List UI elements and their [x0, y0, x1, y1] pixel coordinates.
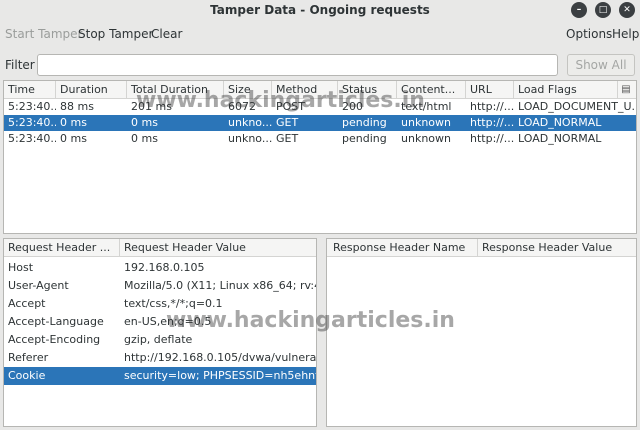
header-name: Referer	[8, 351, 49, 364]
stop-tamper-button[interactable]: Stop Tamper	[78, 27, 153, 41]
header-value: en-US,en;q=0.5	[124, 315, 212, 328]
header-row[interactable]: Referer http://192.168.0.105/dvwa/vulner…	[4, 349, 316, 367]
help-menu[interactable]: Help	[612, 27, 639, 41]
menu-bar: Start Tamper Stop Tamper Clear Options H…	[0, 24, 640, 46]
cell-time: 5:23:40...	[8, 116, 56, 129]
filter-label: Filter	[5, 58, 35, 72]
cell-total-duration: 201 ms	[131, 100, 172, 113]
cell-duration: 0 ms	[60, 132, 87, 145]
header-row[interactable]: Host 192.168.0.105	[4, 259, 316, 277]
cell-size: 6072	[228, 100, 256, 113]
cell-size: unkno...	[228, 116, 272, 129]
column-header-response-header-value[interactable]: Response Header Value	[478, 239, 636, 257]
filter-input[interactable]	[37, 54, 558, 76]
column-header-response-header-name[interactable]: Response Header Name	[327, 239, 478, 257]
cell-load-flags: LOAD_NORMAL	[518, 116, 602, 129]
cell-status: 200	[342, 100, 363, 113]
header-value: http://192.168.0.105/dvwa/vulnerabi...	[124, 351, 316, 364]
options-menu[interactable]: Options	[566, 27, 612, 41]
response-headers-table: Response Header Name Response Header Val…	[326, 238, 637, 427]
header-name: Accept	[8, 297, 46, 310]
column-header-duration[interactable]: Duration	[56, 81, 127, 99]
requests-table: Time Duration Total Duration Size Method…	[3, 80, 637, 234]
cell-size: unkno...	[228, 132, 272, 145]
column-header-request-header-value[interactable]: Request Header Value	[120, 239, 316, 257]
cell-url: http://...	[470, 116, 514, 129]
cell-load-flags: LOAD_NORMAL	[518, 132, 602, 145]
show-all-button[interactable]: Show All	[567, 54, 635, 76]
cell-content-type: unknown	[401, 132, 451, 145]
cell-duration: 88 ms	[60, 100, 94, 113]
header-name: Accept-Encoding	[8, 333, 101, 346]
column-header-request-header-name[interactable]: Request Header ...	[4, 239, 120, 257]
table-row-selected[interactable]: 5:23:40... 0 ms 0 ms unkno... GET pendin…	[4, 115, 636, 131]
maximize-icon[interactable]: □	[595, 2, 611, 18]
cell-status: pending	[342, 116, 387, 129]
requests-table-header: Time Duration Total Duration Size Method…	[4, 81, 636, 99]
header-name: User-Agent	[8, 279, 69, 292]
column-header-total-duration[interactable]: Total Duration	[127, 81, 224, 99]
cell-method: GET	[276, 132, 299, 145]
start-tamper-button[interactable]: Start Tamper	[5, 27, 82, 41]
cell-total-duration: 0 ms	[131, 116, 158, 129]
response-headers-header: Response Header Name Response Header Val…	[327, 239, 636, 257]
header-row[interactable]: User-Agent Mozilla/5.0 (X11; Linux x86_6…	[4, 277, 316, 295]
cell-time: 5:23:40...	[8, 100, 56, 113]
column-header-status[interactable]: Status	[338, 81, 397, 99]
header-value: Mozilla/5.0 (X11; Linux x86_64; rv:4...	[124, 279, 316, 292]
cell-content-type: unknown	[401, 116, 451, 129]
title-bar: Tamper Data - Ongoing requests – □ ✕	[0, 0, 640, 22]
cell-status: pending	[342, 132, 387, 145]
header-name: Accept-Language	[8, 315, 104, 328]
header-value: 192.168.0.105	[124, 261, 205, 274]
table-row[interactable]: 5:23:40... 0 ms 0 ms unkno... GET pendin…	[4, 131, 636, 147]
cell-content-type: text/html	[401, 100, 452, 113]
column-picker-icon[interactable]: ▤	[616, 81, 636, 99]
close-icon[interactable]: ✕	[619, 2, 635, 18]
cell-method: POST	[276, 100, 305, 113]
header-row[interactable]: Accept-Encoding gzip, deflate	[4, 331, 316, 349]
header-name: Host	[8, 261, 34, 274]
header-value: security=low; PHPSESSID=nh5ehnt...	[124, 369, 316, 382]
column-header-method[interactable]: Method	[272, 81, 338, 99]
cell-url: http://...	[470, 132, 514, 145]
cell-total-duration: 0 ms	[131, 132, 158, 145]
cell-duration: 0 ms	[60, 116, 87, 129]
cell-time: 5:23:40...	[8, 132, 56, 145]
window-title: Tamper Data - Ongoing requests	[210, 3, 430, 17]
column-header-url[interactable]: URL	[466, 81, 514, 99]
header-row[interactable]: Accept-Language en-US,en;q=0.5	[4, 313, 316, 331]
header-row[interactable]: Accept text/css,*/*;q=0.1	[4, 295, 316, 313]
header-value: gzip, deflate	[124, 333, 193, 346]
request-headers-table: Request Header ... Request Header Value …	[3, 238, 317, 427]
header-value: text/css,*/*;q=0.1	[124, 297, 223, 310]
header-name: Cookie	[8, 369, 46, 382]
column-header-time[interactable]: Time	[4, 81, 56, 99]
table-row[interactable]: 5:23:40... 88 ms 201 ms 6072 POST 200 te…	[4, 99, 636, 115]
column-header-content-type[interactable]: Content...	[397, 81, 466, 99]
column-header-size[interactable]: Size	[224, 81, 272, 99]
minimize-icon[interactable]: –	[571, 2, 587, 18]
request-headers-header: Request Header ... Request Header Value	[4, 239, 316, 257]
cell-url: http://...	[470, 100, 514, 113]
header-row-selected[interactable]: Cookie security=low; PHPSESSID=nh5ehnt..…	[4, 367, 316, 385]
clear-button[interactable]: Clear	[151, 27, 182, 41]
cell-method: GET	[276, 116, 299, 129]
cell-load-flags: LOAD_DOCUMENT_U...	[518, 100, 636, 113]
column-header-load-flags[interactable]: Load Flags	[514, 81, 618, 99]
